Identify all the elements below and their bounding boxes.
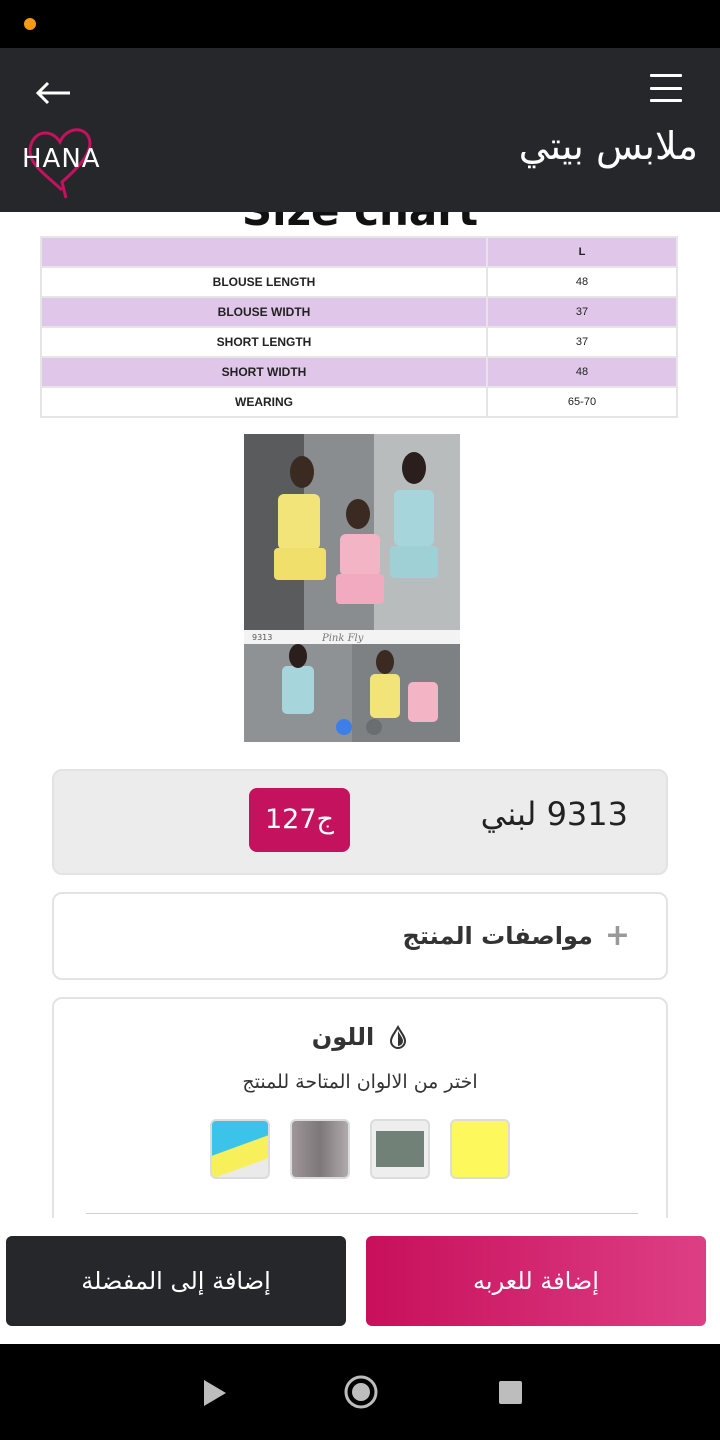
product-content[interactable]: Size chart L BLOUSE LENGTH 48 BLOUSE WID… — [0, 212, 720, 1218]
bottom-action-bar: إضافة إلى المفضلة إضافة للعربه — [0, 1218, 720, 1344]
table-row: BLOUSE WIDTH 37 — [40, 296, 678, 328]
color-swatch-yellow[interactable] — [450, 1119, 510, 1179]
row-value: 48 — [486, 266, 678, 298]
color-heading-label: اللون — [311, 1023, 375, 1051]
table-row: SHORT WIDTH 48 — [40, 356, 678, 388]
color-card: اللون اختر من الالوان المتاحة للمنتج — [52, 997, 668, 1218]
arrow-left-icon[interactable] — [34, 78, 74, 108]
recents-nav-icon[interactable] — [499, 1381, 522, 1404]
specs-card[interactable]: + مواصفات المنتج — [52, 892, 668, 980]
status-bar — [0, 0, 720, 48]
color-subtitle: اختر من الالوان المتاحة للمنتج — [242, 1071, 478, 1093]
hana-logo[interactable]: HANA — [22, 124, 102, 202]
divider — [86, 1213, 638, 1214]
row-value: 37 — [486, 326, 678, 358]
price-badge: 127ج — [249, 788, 350, 852]
product-photo: 9313 Pink Fly — [244, 434, 474, 742]
carousel-dot[interactable] — [366, 719, 382, 735]
home-nav-icon-inner — [352, 1383, 370, 1401]
product-brand-text: Pink Fly — [321, 633, 364, 644]
page-title: ملابس بيتي — [518, 124, 698, 168]
table-header-row: L — [40, 236, 678, 268]
row-label: SHORT WIDTH — [40, 356, 488, 388]
row-label: WEARING — [40, 386, 488, 418]
row-label: SHORT LENGTH — [40, 326, 488, 358]
row-value: 65-70 — [486, 386, 678, 418]
back-nav-icon[interactable] — [204, 1380, 226, 1406]
price-card: 127ج 9313 لبني — [52, 769, 668, 875]
hamburger-menu-icon[interactable] — [650, 74, 682, 102]
color-swatch-mauve-grey[interactable] — [290, 1119, 350, 1179]
row-label: BLOUSE LENGTH — [40, 266, 488, 298]
specs-toggle[interactable]: + مواصفات المنتج — [403, 918, 630, 953]
table-row: BLOUSE LENGTH 48 — [40, 266, 678, 298]
row-label: BLOUSE WIDTH — [40, 296, 488, 328]
notification-icon — [24, 18, 36, 30]
plus-icon: + — [604, 918, 630, 953]
size-chart-table: L BLOUSE LENGTH 48 BLOUSE WIDTH 37 SHORT… — [40, 236, 678, 418]
size-chart-title: Size chart — [0, 212, 720, 235]
color-heading: اللون — [54, 1023, 666, 1051]
add-to-cart-button[interactable]: إضافة للعربه — [366, 1236, 706, 1326]
table-header-empty — [40, 236, 488, 268]
table-row: WEARING 65-70 — [40, 386, 678, 418]
system-nav-bar — [0, 1344, 720, 1440]
app-header: HANA ملابس بيتي — [0, 48, 720, 212]
color-swatch-grey-green[interactable] — [370, 1119, 430, 1179]
product-code-text: 9313 — [252, 633, 272, 642]
color-swatch-multicolor[interactable] — [210, 1119, 270, 1179]
product-image-carousel[interactable]: 9313 Pink Fly — [244, 434, 474, 742]
specs-label: مواصفات المنتج — [402, 921, 593, 950]
carousel-dot-active[interactable] — [336, 719, 352, 735]
drop-icon — [390, 1025, 407, 1049]
size-column-header: L — [486, 236, 678, 268]
table-row: SHORT LENGTH 37 — [40, 326, 678, 358]
logo-text: HANA — [22, 144, 101, 174]
row-value: 37 — [486, 296, 678, 328]
add-to-favorites-button[interactable]: إضافة إلى المفضلة — [6, 1236, 346, 1326]
product-name: 9313 لبني — [480, 795, 628, 833]
row-value: 48 — [486, 356, 678, 388]
